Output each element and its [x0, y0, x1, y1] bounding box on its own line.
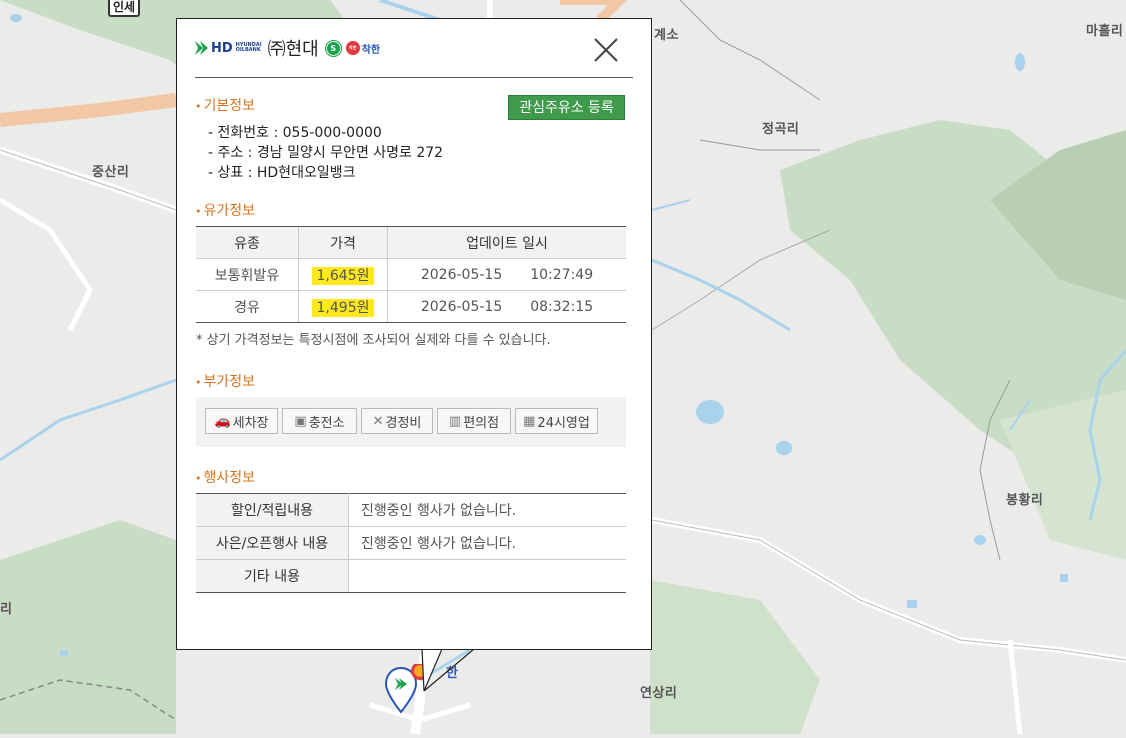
- popup-tail: [421, 649, 475, 692]
- col-price: 가격: [298, 226, 388, 259]
- charging-station-icon: ▣: [294, 413, 307, 429]
- 24h-icon: ▦: [523, 413, 536, 429]
- price-cell: 1,645원: [298, 258, 388, 291]
- station-name: ㈜현대: [267, 39, 319, 60]
- address: - 주소 : 경남 밀양시 무안면 사명로 272: [208, 145, 444, 161]
- col-fuel-type: 유종: [196, 226, 299, 259]
- brand-logo: HD HYUNDAI OILBANK: [195, 41, 262, 56]
- section-title-price: 유가정보: [195, 200, 256, 220]
- event-key: 사은/오픈행사 내용: [196, 526, 349, 560]
- price-value: 1,645원: [311, 266, 375, 285]
- fuel-type: 경유: [196, 290, 299, 323]
- map-label-jungsan: 중산리: [92, 165, 130, 180]
- phone-number: - 전화번호 : 055-000-0000: [208, 125, 382, 141]
- table-row: 기타 내용: [196, 559, 626, 593]
- extra-label: 24시영업: [537, 415, 590, 431]
- price-table-header: 유종 가격 업데이트 일시: [196, 226, 626, 259]
- update-date: 2026-05-15: [420, 266, 503, 283]
- table-row: 보통휘발유 1,645원 2026-05-15 10:27:49: [196, 258, 626, 291]
- good-price-badge-icon: 착한: [345, 41, 360, 55]
- event-key: 기타 내용: [196, 559, 349, 593]
- section-title-events: 행사정보: [195, 467, 256, 487]
- update-time: 10:27:49: [530, 266, 594, 283]
- self-service-badge-icon: S: [325, 40, 341, 56]
- header-divider: [195, 77, 633, 78]
- extra-charging: ▣ 충전소: [282, 408, 357, 434]
- extra-label: 충전소: [308, 415, 345, 431]
- fuel-type: 보통휘발유: [196, 258, 299, 291]
- brand-sub-line2: OILBANK: [235, 47, 261, 53]
- extra-maintenance: ✕ 경정비: [361, 408, 433, 434]
- event-key: 할인/적립내용: [196, 493, 349, 527]
- hd-arrow-icon: [195, 41, 208, 55]
- table-row: 사은/오픈행사 내용 진행중인 행사가 없습니다.: [196, 526, 626, 560]
- map-tag: 인세: [108, 0, 141, 17]
- updated-cell: 2026-05-15 08:32:15: [387, 290, 626, 323]
- close-icon[interactable]: [593, 37, 619, 63]
- register-favorite-button[interactable]: 관심주유소 등록: [508, 95, 625, 120]
- col-updated: 업데이트 일시: [387, 226, 626, 259]
- updated-cell: 2026-05-15 10:27:49: [387, 258, 626, 291]
- extra-24h: ▦ 24시영업: [515, 408, 598, 434]
- map-label-bonghwang: 봉황리: [1006, 493, 1044, 508]
- section-title-basic: 기본정보: [195, 95, 256, 115]
- event-value: [348, 559, 626, 593]
- price-value: 1,495원: [311, 298, 375, 317]
- extra-label: 경정비: [385, 415, 422, 431]
- brand-logo-subtext: HYUNDAI OILBANK: [236, 43, 262, 53]
- table-row: 경유 1,495원 2026-05-15 08:32:15: [196, 290, 626, 323]
- brand-logo-text: HD: [211, 40, 233, 56]
- price-cell: 1,495원: [298, 290, 388, 323]
- event-value: 진행중인 행사가 없습니다.: [348, 493, 626, 527]
- car-wash-icon: 🚗: [214, 413, 231, 429]
- events-table: 할인/적립내용 진행중인 행사가 없습니다. 사은/오픈행사 내용 진행중인 행…: [196, 493, 626, 593]
- map-label-jeonggok: 정곡리: [762, 122, 800, 137]
- good-price-badge-label: 착한: [361, 44, 381, 56]
- update-time: 08:32:15: [530, 298, 594, 315]
- update-date: 2026-05-15: [420, 298, 503, 315]
- map-label-yeonsang: 연상리: [640, 686, 678, 701]
- store-icon: ▥: [448, 413, 462, 429]
- map-label-gyeso: 계소: [654, 28, 679, 43]
- extra-label: 편의점: [463, 415, 500, 431]
- map-label-ri: 리: [0, 602, 13, 617]
- station-info-popup: HD HYUNDAI OILBANK ㈜현대 S 착한 착한 기본정보 관심주유…: [176, 18, 652, 650]
- section-title-extras: 부가정보: [195, 371, 256, 391]
- self-badge-letter: S: [330, 43, 337, 53]
- brand-name: - 상표 : HD현대오일뱅크: [208, 165, 356, 181]
- price-disclaimer: * 상기 가격정보는 특정시점에 조사되어 실제와 다를 수 있습니다.: [196, 333, 551, 348]
- extra-car-wash: 🚗 세차장: [205, 408, 278, 434]
- extra-store: ▥ 편의점: [437, 408, 511, 434]
- event-value: 진행중인 행사가 없습니다.: [348, 526, 626, 560]
- extras-panel: 🚗 세차장 ▣ 충전소 ✕ 경정비 ▥ 편의점 ▦ 24시영업: [196, 397, 626, 447]
- map-label-maheul: 마흘리: [1086, 24, 1124, 39]
- price-table: 유종 가격 업데이트 일시 보통휘발유 1,645원 2026-05-15 10:…: [196, 226, 626, 323]
- extra-label: 세차장: [232, 415, 269, 431]
- wrench-icon: ✕: [372, 413, 384, 429]
- popup-header: HD HYUNDAI OILBANK ㈜현대 S 착한 착한: [195, 33, 380, 63]
- table-row: 할인/적립내용 진행중인 행사가 없습니다.: [196, 493, 626, 527]
- good-badge-mark: 착한: [349, 45, 357, 50]
